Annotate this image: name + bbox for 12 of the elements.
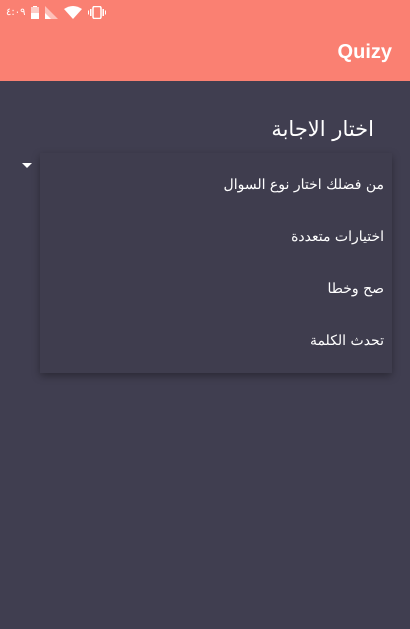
wifi-icon [64,6,82,18]
menu-item[interactable]: صح وخطا [40,263,392,315]
vibrate-icon [88,6,106,18]
menu-item[interactable]: اختيارات متعددة [40,211,392,263]
dropdown-caret-icon[interactable] [22,163,32,168]
app-title: Quizy [338,41,392,64]
signal-icon [45,6,58,18]
menu-item[interactable]: تحدث الكلمة [40,315,392,367]
heading: اختار الاجابة [271,116,375,141]
status-time: ٤:٠٩ [6,6,26,18]
menu-item[interactable]: من فضلك اختار نوع السوال [40,159,392,211]
battery-charging-icon [31,6,40,18]
